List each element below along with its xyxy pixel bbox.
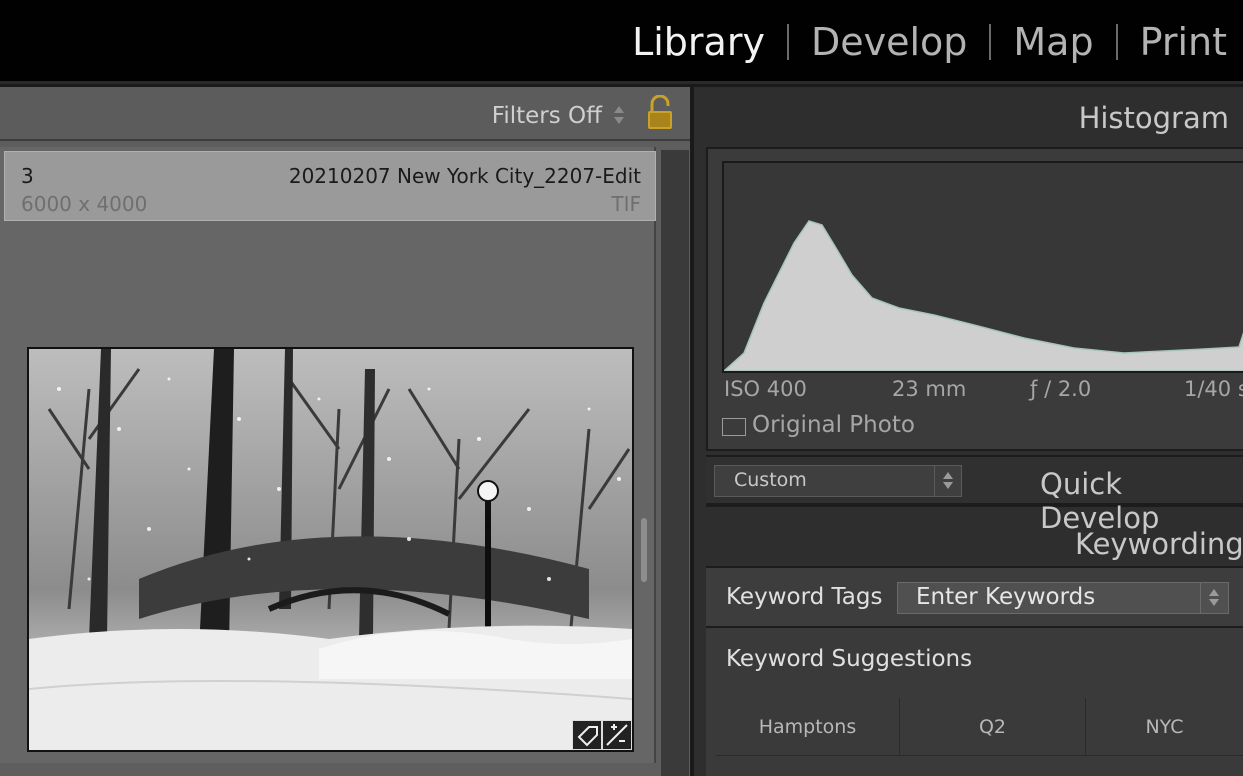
keyword-suggestions-grid: Hamptons Q2 NYC (716, 698, 1243, 776)
photo-thumbnail[interactable] (27, 347, 634, 752)
keyword-tag-badge-icon[interactable] (572, 720, 602, 750)
grid-cell-filetype: TIF (611, 192, 641, 216)
keyword-select-divider (1200, 583, 1201, 613)
keyword-suggestions-label: Keyword Suggestions (726, 646, 973, 672)
histogram-shutter: 1/40 sec (1184, 377, 1243, 401)
filter-dropdown-arrows-icon[interactable] (612, 106, 626, 126)
histogram-aperture: ƒ / 2.0 (1030, 377, 1092, 401)
grid-cell-filename: 20210207 New York City_2207-Edit (288, 164, 641, 188)
module-picker-bar: Library Develop Map Print (0, 0, 1243, 84)
preset-stepper-icon[interactable] (943, 472, 953, 490)
module-develop[interactable]: Develop (789, 16, 989, 68)
saved-preset-value: Custom (734, 469, 807, 491)
grid-cell-dimensions: 6000 x 4000 (21, 192, 148, 216)
histogram-focal-length: 23 mm (892, 377, 967, 401)
module-map[interactable]: Map (991, 16, 1115, 68)
grid-cell-header: 3 6000 x 4000 20210207 New York City_220… (4, 151, 656, 221)
quick-develop-panel-title[interactable]: Quick Develop (1040, 467, 1243, 535)
keyword-suggestion[interactable]: Hamptons (716, 698, 900, 756)
histogram-panel-title[interactable]: Histogram (1079, 101, 1229, 135)
lock-open-icon[interactable] (646, 94, 674, 131)
keyword-suggestion[interactable]: NYC (1086, 698, 1243, 756)
histogram-box (706, 147, 1243, 451)
original-photo-checkbox[interactable] (722, 418, 746, 436)
keyword-suggestion[interactable]: Q2 (900, 698, 1086, 756)
keyword-entry-value: Enter Keywords (916, 584, 1096, 610)
grid-scrollbar-thumb[interactable] (641, 518, 647, 582)
histogram-iso: ISO 400 (724, 377, 807, 401)
module-list: Library Develop Map Print (610, 16, 1243, 68)
keyword-tags-label: Keyword Tags (726, 584, 883, 610)
module-library[interactable]: Library (610, 16, 787, 68)
preset-select-divider (934, 466, 935, 496)
library-filter-bar: Filters Off (0, 87, 690, 141)
module-print[interactable]: Print (1118, 16, 1243, 68)
keyword-stepper-icon[interactable] (1209, 589, 1219, 607)
thumbnail-badges (572, 720, 632, 750)
grid-scrollbar-track[interactable] (661, 150, 689, 776)
filter-preset-dropdown[interactable]: Filters Off (492, 103, 602, 129)
histogram-graph[interactable] (722, 161, 1243, 373)
original-photo-label: Original Photo (752, 412, 915, 438)
develop-adjustments-badge-icon[interactable] (602, 720, 632, 750)
grid-cell-index: 3 (21, 164, 34, 188)
keywording-panel-title[interactable]: Keywording (1075, 527, 1243, 561)
